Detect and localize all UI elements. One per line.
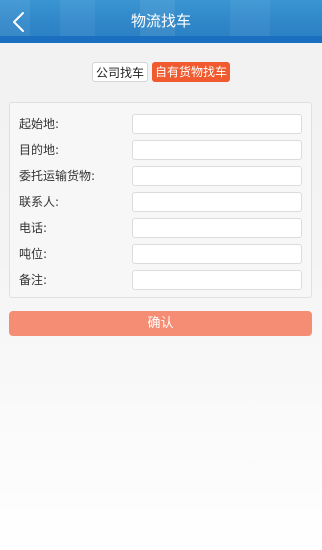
origin-input[interactable] xyxy=(132,114,302,134)
form-row-goods: 委托运输货物: xyxy=(10,166,311,186)
origin-label: 起始地: xyxy=(19,117,60,131)
form-row-phone: 电话: xyxy=(10,218,311,238)
tab-company-find-truck[interactable]: 公司找车 xyxy=(91,62,148,82)
form-row-origin: 起始地: xyxy=(10,114,311,134)
phone-input[interactable] xyxy=(132,218,302,238)
form-row-tonnage: 吨位: xyxy=(10,244,311,264)
contact-input[interactable] xyxy=(132,192,302,212)
remarks-label: 备注: xyxy=(19,273,48,287)
tonnage-input[interactable] xyxy=(132,244,302,264)
back-button[interactable] xyxy=(0,0,36,43)
destination-label: 目的地: xyxy=(19,143,60,157)
phone-label: 电话: xyxy=(19,221,48,235)
destination-input[interactable] xyxy=(132,140,302,160)
form-row-destination: 目的地: xyxy=(10,140,311,160)
header-accent-strip xyxy=(0,36,322,43)
form-row-remarks: 备注: xyxy=(10,270,311,290)
goods-input[interactable] xyxy=(132,166,302,186)
cargo-form: 起始地: 目的地: 委托运输货物: 联系人: 电话: 吨位: 备注: xyxy=(9,102,312,298)
goods-label: 委托运输货物: xyxy=(19,169,96,183)
header-bar: 物流找车 xyxy=(0,0,322,43)
tonnage-label: 吨位: xyxy=(19,247,48,261)
contact-label: 联系人: xyxy=(19,195,60,209)
remarks-input[interactable] xyxy=(132,270,302,290)
tab-own-goods-find-truck[interactable]: 自有货物找车 xyxy=(152,62,231,82)
tab-bar: 公司找车 自有货物找车 xyxy=(0,62,322,82)
confirm-button[interactable]: 确认 xyxy=(9,311,312,336)
form-row-contact: 联系人: xyxy=(10,192,311,212)
chevron-left-icon xyxy=(13,11,24,32)
